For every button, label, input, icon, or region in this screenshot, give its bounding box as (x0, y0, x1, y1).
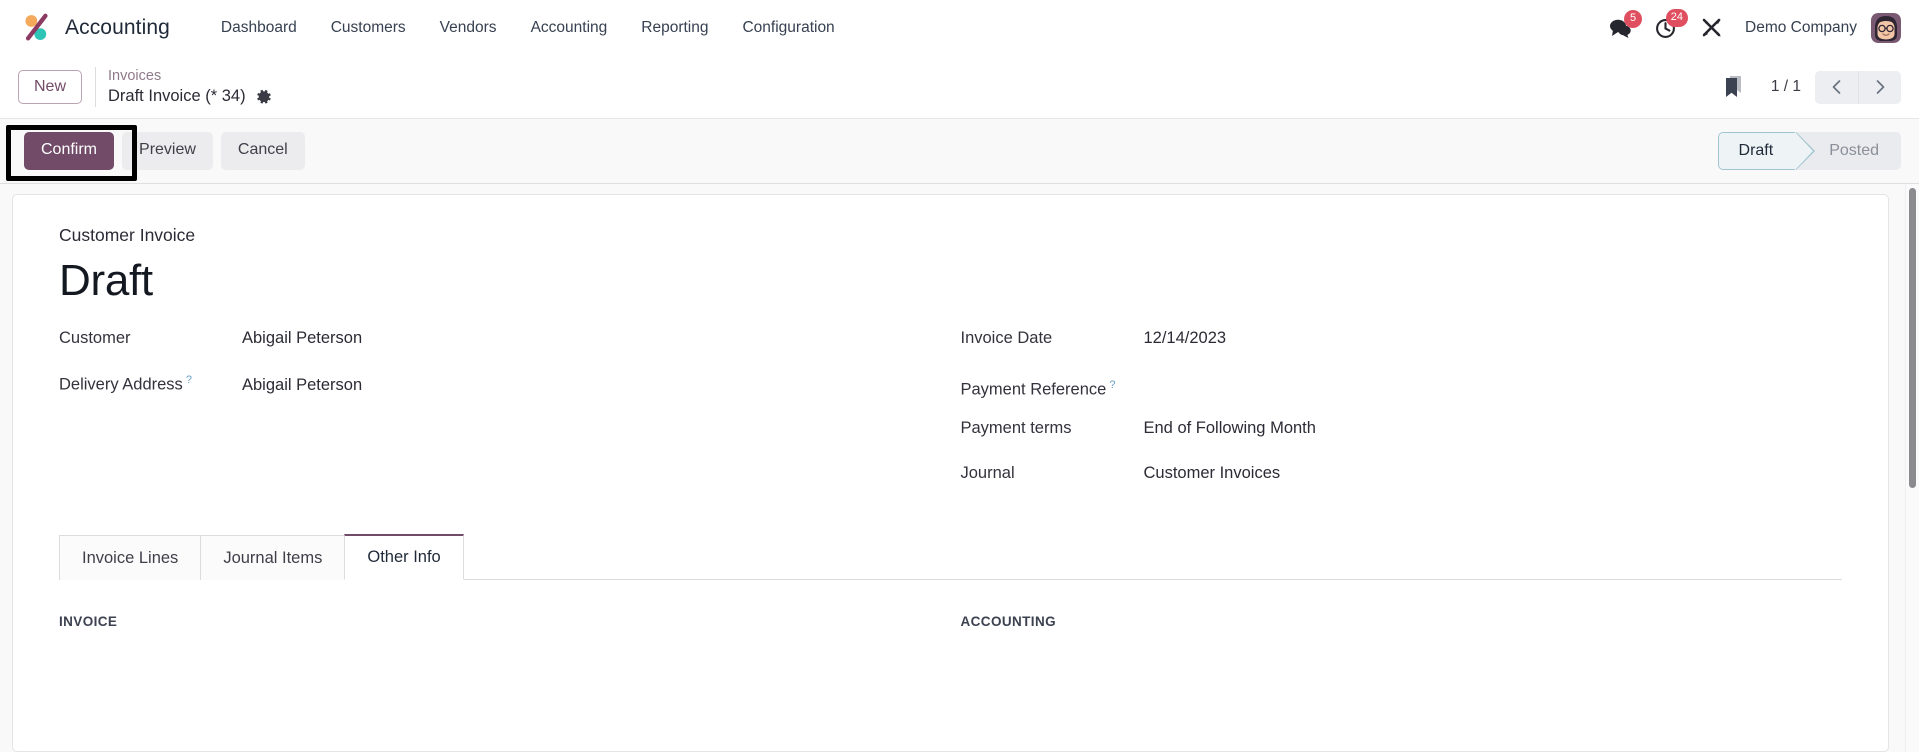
tab-panel-other-info: INVOICE ACCOUNTING (59, 580, 1842, 629)
tab-invoice-lines[interactable]: Invoice Lines (59, 535, 201, 581)
pager-zone: 1 / 1 (1713, 69, 1901, 105)
menu-item-accounting[interactable]: Accounting (514, 11, 625, 45)
cancel-button[interactable]: Cancel (220, 132, 305, 170)
main-menu: Dashboard Customers Vendors Accounting R… (204, 11, 1597, 45)
breadcrumb: Invoices Draft Invoice (* 34) (108, 67, 273, 107)
avatar[interactable] (1871, 13, 1901, 43)
menu-item-vendors[interactable]: Vendors (423, 11, 514, 45)
pager-previous-button[interactable] (1815, 70, 1858, 104)
tab-other-info[interactable]: Other Info (344, 534, 464, 581)
tab-journal-items[interactable]: Journal Items (200, 535, 345, 581)
new-button[interactable]: New (18, 69, 83, 105)
field-row-customer: Customer Abigail Peterson (59, 329, 951, 374)
status-bar: Draft Posted (1717, 132, 1901, 170)
form-field-columns: Customer Abigail Peterson Delivery Addre… (59, 329, 1842, 509)
field-value-customer[interactable]: Abigail Peterson (242, 329, 951, 349)
breadcrumb-divider (95, 67, 97, 107)
control-panel-bar: Confirm Preview Cancel Draft Posted (0, 118, 1919, 184)
confirm-button[interactable]: Confirm (24, 132, 115, 170)
field-label-customer: Customer (59, 329, 131, 348)
page-title: Draft (59, 256, 153, 305)
crossed-tools-icon (1702, 18, 1721, 37)
vertical-scrollbar-thumb[interactable] (1909, 188, 1916, 488)
messages-button[interactable]: 5 (1597, 10, 1643, 45)
field-value-delivery-address[interactable]: Abigail Peterson (242, 376, 951, 396)
field-row-payment-reference: Payment Reference? (961, 374, 1843, 419)
pager-next-button[interactable] (1858, 70, 1901, 104)
form-column-left: Customer Abigail Peterson Delivery Addre… (59, 329, 951, 509)
breadcrumb-row: New Invoices Draft Invoice (* 34) 1 / 1 (0, 56, 1919, 118)
field-value-payment-terms[interactable]: End of Following Month (1144, 419, 1843, 439)
action-button-group: Confirm Preview Cancel (24, 132, 305, 170)
menu-item-dashboard[interactable]: Dashboard (204, 11, 314, 45)
field-row-payment-terms: Payment terms End of Following Month (961, 419, 1843, 464)
field-row-delivery-address: Delivery Address? Abigail Peterson (59, 374, 951, 419)
company-switcher[interactable]: Demo Company (1735, 13, 1871, 43)
menu-item-reporting[interactable]: Reporting (624, 11, 725, 45)
developer-tools-button[interactable] (1689, 10, 1735, 46)
field-value-invoice-date[interactable]: 12/14/2023 (1144, 329, 1843, 349)
systray: 5 24 Demo Company (1597, 9, 1901, 46)
menu-item-customers[interactable]: Customers (314, 11, 423, 45)
pager-count: 1 / 1 (1770, 78, 1801, 95)
field-label-delivery-address: Delivery Address? (59, 374, 242, 395)
chevron-right-icon (1876, 80, 1885, 94)
field-label-payment-terms: Payment terms (960, 419, 1072, 438)
help-tooltip-icon[interactable]: ? (186, 374, 192, 386)
field-row-journal: Journal Customer Invoices (961, 464, 1843, 509)
field-label-payment-reference: Payment Reference? (961, 379, 1144, 400)
section-header-accounting: ACCOUNTING (960, 614, 1056, 630)
sheet-area: Customer Invoice Draft Customer Abigail … (0, 184, 1919, 752)
activities-button[interactable]: 24 (1643, 9, 1689, 46)
odoo-accounting-logo-icon (25, 13, 48, 41)
field-label-delivery-address-text: Delivery Address (59, 375, 183, 394)
form-column-right: Invoice Date 12/14/2023 Payment Referenc… (951, 329, 1843, 509)
gear-icon[interactable] (255, 88, 273, 106)
field-label-payment-reference-text: Payment Reference (960, 380, 1107, 399)
status-step-draft[interactable]: Draft (1717, 132, 1815, 170)
vertical-scrollbar-track[interactable] (1905, 184, 1919, 752)
top-navbar: Accounting Dashboard Customers Vendors A… (0, 0, 1919, 56)
breadcrumb-parent-invoices[interactable]: Invoices (108, 67, 273, 85)
breadcrumb-current-record: Draft Invoice (* 34) (108, 87, 246, 106)
form-sheet: Customer Invoice Draft Customer Abigail … (12, 194, 1889, 752)
pager-buttons (1815, 70, 1901, 104)
messages-badge: 5 (1624, 10, 1642, 28)
panel-column-right: ACCOUNTING (951, 614, 1843, 629)
field-value-journal[interactable]: Customer Invoices (1144, 464, 1843, 484)
field-label-invoice-date: Invoice Date (960, 329, 1053, 348)
help-tooltip-icon[interactable]: ? (1109, 379, 1115, 391)
section-header-invoice: INVOICE (59, 614, 118, 630)
bookmark-icon[interactable] (1713, 69, 1753, 105)
menu-item-configuration[interactable]: Configuration (725, 11, 851, 45)
field-label-journal: Journal (960, 464, 1015, 483)
chevron-left-icon (1832, 80, 1840, 94)
brand-block[interactable]: Accounting (22, 13, 170, 43)
brand-name: Accounting (65, 16, 170, 39)
document-type-label: Customer Invoice (59, 225, 196, 245)
field-value-payment-reference[interactable] (1144, 374, 1843, 394)
activities-badge: 24 (1665, 9, 1688, 27)
panel-column-left: INVOICE (59, 614, 951, 629)
field-row-invoice-date: Invoice Date 12/14/2023 (961, 329, 1843, 374)
notebook-tabs: Invoice Lines Journal Items Other Info (59, 533, 1842, 581)
preview-button[interactable]: Preview (122, 132, 213, 170)
